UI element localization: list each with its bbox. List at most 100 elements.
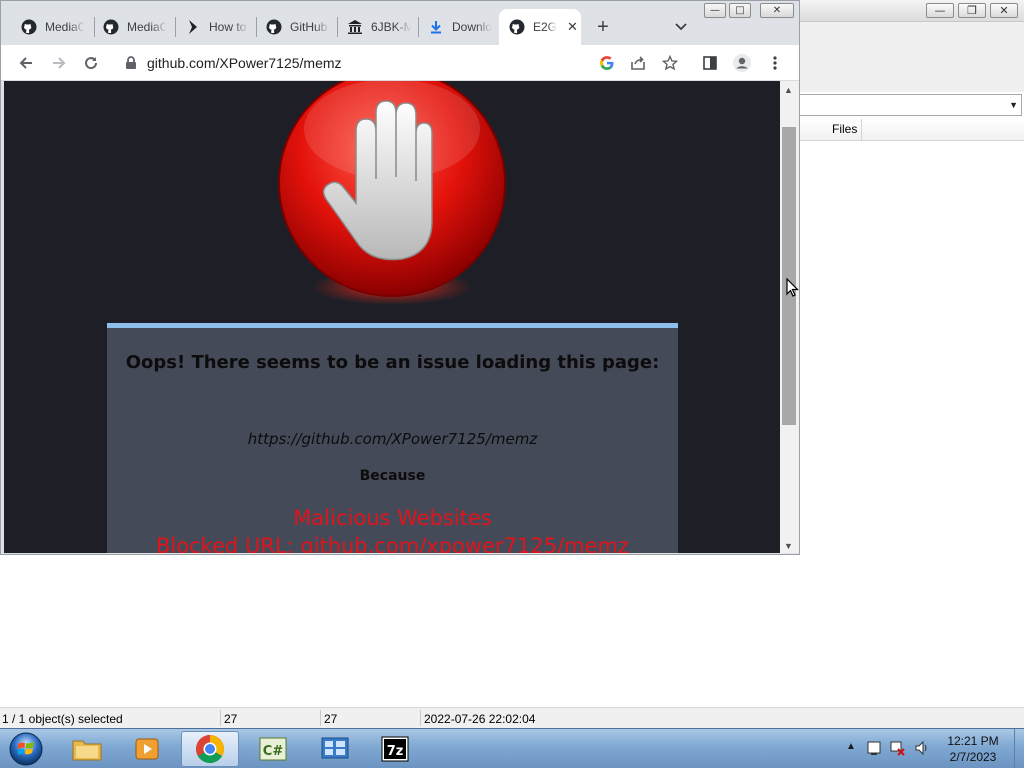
arrow-left-icon bbox=[19, 57, 32, 69]
action-center-icon[interactable] bbox=[866, 739, 882, 757]
chevron-down-icon bbox=[675, 23, 687, 31]
scroll-thumb[interactable] bbox=[782, 127, 796, 425]
status-divider bbox=[220, 710, 221, 726]
status-divider bbox=[320, 710, 321, 726]
taskbar-explorer[interactable] bbox=[58, 731, 116, 767]
show-desktop-button[interactable] bbox=[1014, 729, 1024, 768]
taskbar-media-player[interactable] bbox=[118, 731, 176, 767]
star-icon bbox=[662, 55, 678, 71]
back-button[interactable] bbox=[14, 51, 38, 75]
taskbar: C# 7z ▲ 12:21 PM 2/7/2023 bbox=[0, 728, 1024, 768]
google-lens-button[interactable] bbox=[595, 51, 619, 75]
reload-icon bbox=[85, 57, 98, 70]
minimize-button[interactable]: — bbox=[704, 3, 726, 18]
taskbar-7zip[interactable]: 7z bbox=[366, 731, 424, 767]
tab-mediac-2[interactable]: MediaC bbox=[93, 9, 173, 45]
status-packed: 27 bbox=[324, 712, 338, 726]
tab-label: 6JBK-M bbox=[371, 20, 411, 34]
chevron-logo-icon bbox=[185, 19, 201, 35]
close-button[interactable]: ✕ bbox=[990, 3, 1018, 18]
taskbar-csharp[interactable]: C# bbox=[244, 731, 302, 767]
column-divider[interactable] bbox=[861, 119, 862, 141]
clock-time[interactable]: 12:21 PM bbox=[930, 734, 1016, 748]
github-icon bbox=[266, 19, 282, 35]
profile-button[interactable] bbox=[730, 51, 754, 75]
folder-icon bbox=[72, 740, 102, 761]
windows-orb-icon bbox=[9, 732, 43, 766]
avatar-icon bbox=[733, 54, 751, 72]
github-icon bbox=[21, 19, 37, 35]
column-header-files[interactable]: Files bbox=[832, 122, 857, 136]
url-text[interactable]: github.com/XPower7125/memz bbox=[147, 55, 342, 71]
control-panel-icon bbox=[321, 737, 349, 759]
tab-label: MediaC bbox=[45, 20, 85, 34]
share-icon bbox=[631, 56, 645, 70]
arrow-right-icon bbox=[53, 57, 66, 69]
blocked-page-panel: Oops! There seems to be an issue loading… bbox=[107, 323, 678, 553]
chevron-down-icon: ▼ bbox=[1009, 100, 1018, 110]
block-reason: Malicious Websites bbox=[293, 506, 492, 530]
bookmark-button[interactable] bbox=[658, 51, 682, 75]
file-manager-titlebar: — ❐ ✕ bbox=[798, 0, 1024, 22]
menu-button[interactable] bbox=[763, 51, 787, 75]
tab-how-to[interactable]: How to bbox=[175, 9, 255, 45]
chrome-icon bbox=[196, 735, 224, 763]
tray-expand-icon[interactable]: ▲ bbox=[846, 741, 856, 752]
google-g-icon bbox=[599, 56, 614, 71]
tab-6jbk[interactable]: 6JBK-M bbox=[337, 9, 417, 45]
tab-label: GitHub bbox=[290, 20, 328, 34]
tab-label: How to bbox=[209, 20, 247, 34]
taskbar-chrome[interactable] bbox=[181, 731, 239, 767]
maximize-button[interactable]: □ bbox=[729, 3, 751, 18]
tab-mediac-1[interactable]: MediaC bbox=[11, 9, 91, 45]
new-tab-button[interactable]: + bbox=[591, 15, 615, 39]
tab-search-button[interactable] bbox=[671, 17, 691, 37]
close-tab-icon[interactable]: ✕ bbox=[567, 19, 578, 35]
lock-icon bbox=[126, 56, 136, 69]
status-bar: 1 / 1 object(s) selected 27 27 2022-07-2… bbox=[0, 707, 1024, 728]
file-manager-toolbar bbox=[798, 22, 1024, 92]
scroll-up-icon[interactable]: ▲ bbox=[784, 85, 793, 95]
svg-text:C#: C# bbox=[263, 744, 284, 759]
tab-label: E2G bbox=[533, 20, 557, 34]
page-title: Oops! There seems to be an issue loading… bbox=[125, 352, 660, 373]
volume-icon[interactable] bbox=[914, 739, 930, 757]
browser-window: MediaC MediaC How to GitHub 6JBK-M Downl… bbox=[0, 0, 800, 555]
status-selection: 1 / 1 object(s) selected bbox=[2, 712, 123, 726]
scroll-down-icon[interactable]: ▼ bbox=[784, 541, 793, 551]
page-viewport[interactable]: Oops! There seems to be an issue loading… bbox=[4, 81, 780, 553]
minimize-button[interactable]: — bbox=[926, 3, 954, 18]
tab-label: Downlo bbox=[452, 20, 492, 34]
status-divider bbox=[420, 710, 421, 726]
tab-github[interactable]: GitHub bbox=[256, 9, 336, 45]
github-icon bbox=[509, 19, 525, 35]
clock-date[interactable]: 2/7/2023 bbox=[930, 750, 1016, 764]
because-label: Because bbox=[359, 468, 426, 484]
restore-button[interactable]: ❐ bbox=[958, 3, 986, 18]
7zip-icon: 7z bbox=[381, 736, 409, 762]
blocked-url-line: Blocked URL: github.com/xpower7125/memz bbox=[155, 534, 630, 553]
media-player-icon bbox=[135, 738, 159, 760]
blocked-url-full: https://github.com/XPower7125/memz bbox=[247, 430, 538, 448]
tab-e2g-active[interactable]: E2G ✕ bbox=[499, 9, 581, 45]
tab-download[interactable]: Downlo bbox=[418, 9, 498, 45]
side-panel-button[interactable] bbox=[698, 51, 722, 75]
status-size: 27 bbox=[224, 712, 238, 726]
vertical-scrollbar[interactable]: ▲ ▼ bbox=[780, 81, 799, 553]
tab-label: MediaC bbox=[127, 20, 167, 34]
taskbar-control-panel[interactable] bbox=[306, 731, 364, 767]
stop-hand-icon bbox=[274, 81, 514, 311]
tab-strip: MediaC MediaC How to GitHub 6JBK-M Downl… bbox=[1, 1, 799, 45]
status-modified: 2022-07-26 22:02:04 bbox=[424, 712, 536, 726]
forward-button[interactable] bbox=[47, 51, 71, 75]
path-combobox[interactable]: ▼ bbox=[798, 94, 1022, 116]
reload-button[interactable] bbox=[79, 51, 103, 75]
csharp-icon: C# bbox=[259, 737, 287, 761]
side-panel-icon bbox=[703, 56, 717, 70]
network-icon[interactable] bbox=[890, 739, 906, 757]
github-icon bbox=[103, 19, 119, 35]
share-button[interactable] bbox=[626, 51, 650, 75]
kebab-menu-icon bbox=[773, 56, 777, 70]
start-button[interactable] bbox=[6, 730, 46, 768]
close-window-button[interactable]: ✕ bbox=[760, 3, 794, 18]
